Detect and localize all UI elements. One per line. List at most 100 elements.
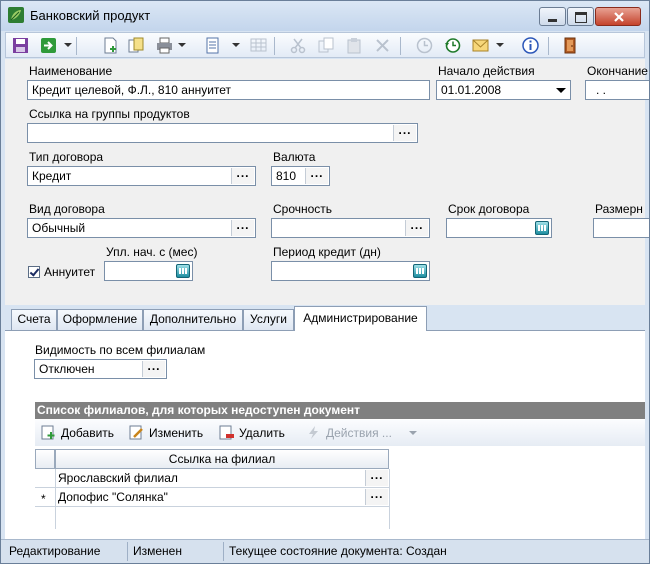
calculator-icon[interactable] <box>176 264 190 278</box>
currency-input[interactable]: 810 ... <box>271 166 330 186</box>
payment-start-input[interactable] <box>104 261 193 281</box>
name-label: Наименование <box>29 64 113 78</box>
minimize-button[interactable] <box>539 7 566 26</box>
document-icon[interactable] <box>204 37 221 54</box>
administration-panel: Видимость по всем филиалам Отключен ... … <box>5 330 645 539</box>
clock-icon <box>416 37 433 54</box>
save-icon[interactable] <box>12 37 29 54</box>
contract-type-input[interactable]: Кредит ... <box>27 166 256 186</box>
start-date-value: 01.01.2008 <box>441 83 502 97</box>
branch-cell[interactable]: Ярославский филиал <box>58 469 178 487</box>
delete-row-icon <box>219 425 234 440</box>
product-groups-input[interactable]: ... <box>27 123 418 143</box>
tab-services[interactable]: Услуги <box>243 309 294 330</box>
annuity-label: Аннуитет <box>44 265 96 279</box>
annuity-checkbox[interactable] <box>28 266 40 278</box>
close-button[interactable] <box>595 7 641 26</box>
close-icon <box>614 12 624 22</box>
maximize-icon <box>575 12 587 23</box>
branch-select-button[interactable]: ... <box>365 469 388 486</box>
urgency-select-button[interactable]: ... <box>405 219 428 236</box>
add-branch-button[interactable]: Добавить <box>41 425 121 443</box>
start-date-picker[interactable]: 01.01.2008 <box>436 80 571 100</box>
grid-divider <box>55 469 56 529</box>
end-date-value: . . <box>596 83 607 97</box>
edit-icon <box>129 425 143 440</box>
currency-value: 810 <box>276 169 297 183</box>
document-dropdown-icon[interactable] <box>232 43 240 47</box>
add-icon <box>41 425 55 440</box>
name-input[interactable]: Кредит целевой, Ф.Л., 810 аннуитет <box>27 80 430 100</box>
branch-list-toolbar: Добавить Изменить Удалить Действия ... <box>35 420 645 446</box>
size-input[interactable] <box>593 218 649 238</box>
calculator-icon[interactable] <box>535 221 549 235</box>
chevron-down-icon <box>409 431 417 435</box>
mail-dropdown-icon[interactable] <box>496 43 504 47</box>
document-form: Наименование Кредит целевой, Ф.Л., 810 а… <box>5 59 649 305</box>
branch-column-header[interactable]: Ссылка на филиал <box>55 449 389 469</box>
credit-period-input[interactable] <box>271 261 430 281</box>
copy-document-icon[interactable] <box>128 37 145 54</box>
grid-divider <box>389 469 390 529</box>
actions-menu-label: Действия ... <box>326 426 392 440</box>
paste-icon <box>347 38 361 54</box>
status-changed: Изменен <box>133 544 182 558</box>
urgency-label: Срочность <box>273 202 333 216</box>
print-dropdown-icon[interactable] <box>178 43 186 47</box>
status-divider <box>223 542 224 561</box>
end-date-input[interactable]: . . <box>585 80 649 100</box>
urgency-input[interactable]: ... <box>271 218 430 238</box>
edit-branch-button[interactable]: Изменить <box>129 425 214 443</box>
exit-icon[interactable] <box>562 37 579 54</box>
maximize-button[interactable] <box>567 7 594 26</box>
main-toolbar <box>5 32 645 58</box>
end-date-label: Окончание <box>587 64 648 78</box>
status-document-state: Текущее состояние документа: Создан <box>229 544 447 558</box>
row-marker: * <box>41 492 46 506</box>
table-row[interactable]: Ярославский филиал ... <box>35 469 389 488</box>
minimize-icon <box>548 19 557 22</box>
contract-type-select-button[interactable]: ... <box>231 167 254 184</box>
table-row[interactable]: * Допофис "Солянка" ... <box>35 488 389 507</box>
window-title: Банковский продукт <box>30 8 151 23</box>
tab-administration[interactable]: Администрирование <box>294 306 427 331</box>
execute-icon[interactable] <box>40 37 57 54</box>
tab-additional[interactable]: Дополнительно <box>143 309 243 330</box>
toolbar-separator <box>76 37 77 55</box>
add-branch-label: Добавить <box>61 426 115 440</box>
visibility-input[interactable]: Отключен ... <box>34 359 167 379</box>
mail-icon[interactable] <box>472 37 489 54</box>
contract-term-input[interactable] <box>446 218 552 238</box>
print-icon[interactable] <box>156 37 173 54</box>
currency-select-button[interactable]: ... <box>305 167 328 184</box>
currency-label: Валюта <box>273 150 316 164</box>
tab-registration[interactable]: Оформление <box>57 309 143 330</box>
execute-dropdown-icon[interactable] <box>64 43 72 47</box>
lightning-icon <box>309 426 318 439</box>
contract-type-label: Тип договора <box>29 150 104 164</box>
product-groups-select-button[interactable]: ... <box>393 124 416 141</box>
title-bar[interactable]: Банковский продукт <box>1 1 649 31</box>
contract-kind-input[interactable]: Обычный ... <box>27 218 256 238</box>
delete-branch-button[interactable]: Удалить <box>219 425 299 443</box>
product-groups-label: Ссылка на группы продуктов <box>29 107 190 121</box>
branch-select-button[interactable]: ... <box>365 488 388 505</box>
calculator-icon[interactable] <box>413 264 427 278</box>
visibility-value: Отключен <box>39 362 95 376</box>
new-document-icon[interactable] <box>102 37 119 54</box>
toolbar-separator <box>548 37 549 55</box>
history-icon[interactable] <box>444 37 461 54</box>
bank-product-window: Банковский продукт Наименование Кредит ц… <box>0 0 650 564</box>
info-icon[interactable] <box>522 37 539 54</box>
actions-menu-button[interactable]: Действия ... <box>306 425 417 443</box>
branch-cell[interactable]: Допофис "Солянка" <box>58 488 168 506</box>
visibility-select-button[interactable]: ... <box>142 360 165 377</box>
chevron-down-icon[interactable] <box>552 82 569 98</box>
branch-list-header: Список филиалов, для которых недоступен … <box>35 402 645 419</box>
delete-icon <box>376 39 389 52</box>
contract-kind-select-button[interactable]: ... <box>231 219 254 236</box>
tab-accounts[interactable]: Счета <box>11 309 57 330</box>
grid-icon <box>250 38 267 52</box>
start-date-label: Начало действия <box>438 64 535 78</box>
status-divider <box>127 542 128 561</box>
